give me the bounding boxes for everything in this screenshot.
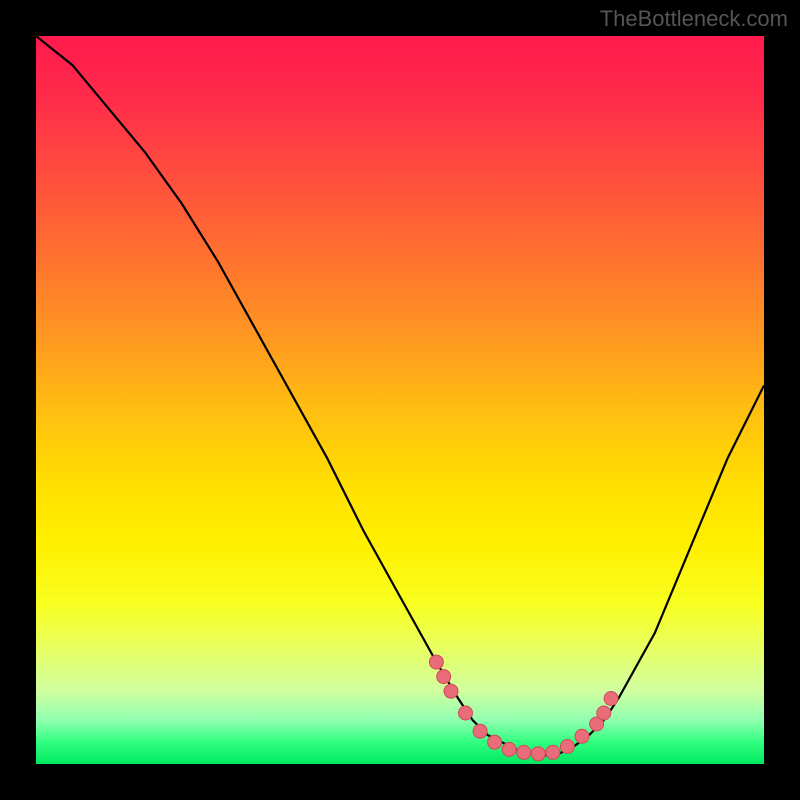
- curve-marker: [531, 747, 545, 761]
- curve-marker: [575, 729, 589, 743]
- curve-marker: [502, 742, 516, 756]
- bottleneck-curve: [36, 36, 764, 755]
- curve-marker: [437, 670, 451, 684]
- curve-marker: [546, 745, 560, 759]
- curve-marker: [597, 706, 611, 720]
- curve-marker: [560, 740, 574, 754]
- watermark-text: TheBottleneck.com: [600, 6, 788, 32]
- curve-marker: [488, 735, 502, 749]
- curve-markers: [429, 655, 618, 761]
- curve-marker: [444, 684, 458, 698]
- curve-marker: [459, 706, 473, 720]
- chart-plot-area: [36, 36, 764, 764]
- curve-marker: [604, 692, 618, 706]
- curve-marker: [429, 655, 443, 669]
- chart-svg: [36, 36, 764, 764]
- curve-marker: [517, 745, 531, 759]
- curve-marker: [473, 724, 487, 738]
